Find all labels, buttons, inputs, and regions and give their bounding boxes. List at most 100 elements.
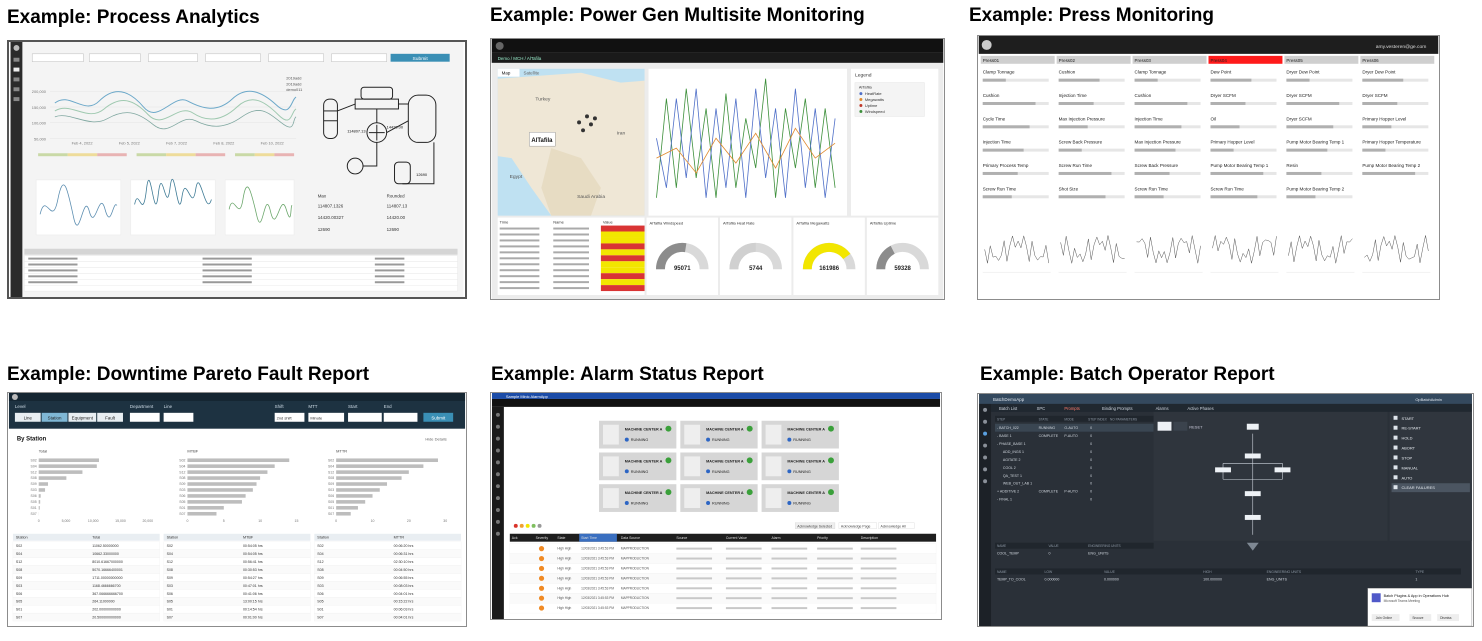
user-name[interactable]: OpBatchAdmin xyxy=(1415,397,1442,402)
legend-title: Legend xyxy=(855,73,872,79)
table-row xyxy=(314,541,462,550)
press-metric-label: Dew Point xyxy=(1210,70,1231,75)
gauge-title: AlTafila Windspeed xyxy=(650,221,684,226)
command-button[interactable]: MANUAL xyxy=(1401,465,1418,470)
status-ok-icon xyxy=(665,425,672,432)
department-select[interactable] xyxy=(129,412,160,422)
param-value[interactable]: 0 xyxy=(1049,552,1051,556)
command-button[interactable]: STOP xyxy=(1401,455,1412,460)
line-select[interactable] xyxy=(163,412,194,422)
command-button[interactable]: ABORT xyxy=(1401,446,1415,451)
end-date-input[interactable] xyxy=(89,53,141,62)
zoom-out-button[interactable] xyxy=(1173,421,1188,431)
command-button[interactable]: CLEAR FAILURES xyxy=(1401,485,1435,490)
breadcrumb[interactable]: Demo / MCH / AlTafila xyxy=(498,56,542,61)
metric-bar-fill xyxy=(1286,78,1310,82)
pareto-value-tick: 15,000 xyxy=(115,519,126,523)
legend-item[interactable]: Uptime xyxy=(865,103,878,108)
metric-bar-fill xyxy=(1058,148,1082,152)
legend-item: 2019add xyxy=(286,75,301,80)
metric-bar-fill xyxy=(1362,171,1416,175)
metric-bar-fill xyxy=(982,78,1006,82)
end-date-input[interactable] xyxy=(383,412,418,422)
metric-bar-fill xyxy=(1362,78,1404,82)
zoom-in-button[interactable] xyxy=(1157,421,1172,431)
ack-all-label: Acknowledge All xyxy=(881,524,906,528)
command-button[interactable]: RE-START xyxy=(1401,426,1421,431)
pareto-station-tick: S12 xyxy=(179,470,185,474)
table-row xyxy=(314,605,462,614)
severity-icon xyxy=(538,595,545,601)
pareto-station-tick: S04 xyxy=(328,464,334,468)
side-nav[interactable] xyxy=(979,403,992,626)
process-analytics-screenshot: Submit 200,000 150,000 100,000 50,000 0 … xyxy=(7,40,467,299)
alarm-cell-text xyxy=(817,557,853,560)
metric-bar-fill xyxy=(1058,125,1088,129)
legend-item[interactable]: Windspeed xyxy=(865,109,885,114)
table-cell: 00:04:01 hrs xyxy=(394,592,414,596)
metric-bar-fill xyxy=(1362,125,1392,129)
batch-tab[interactable]: Alarms xyxy=(1156,406,1169,411)
bottom-cell: 0.000000 xyxy=(1104,577,1119,581)
table-cell: S02 xyxy=(317,544,323,548)
metric-bar-fill xyxy=(982,171,1018,175)
x-tick: Feb 4, 2022 xyxy=(72,140,93,145)
hide-details-link[interactable]: Hide Details xyxy=(425,437,446,442)
reset-button[interactable]: RESET xyxy=(1189,425,1203,430)
start-date-input[interactable] xyxy=(348,412,382,422)
command-button[interactable]: HOLD xyxy=(1401,436,1412,441)
batch-mode: P-AUTO xyxy=(1064,434,1078,438)
batch-tab[interactable]: Prompts xyxy=(1064,406,1079,411)
app-header xyxy=(979,394,1472,404)
metric-bar-fill xyxy=(982,125,1030,129)
alarm-data-source: MAPPRODUCTION xyxy=(621,547,650,551)
table-row xyxy=(314,573,462,582)
alarm-cell-text xyxy=(771,597,808,600)
table-row xyxy=(314,597,462,606)
alarm-start-time: 12/03/2021 3:45:53 PM xyxy=(581,576,614,580)
press-name: Press05 xyxy=(1286,58,1303,63)
x-tick: Feb 5, 2022 xyxy=(119,140,140,145)
legend-item[interactable]: Megawatts xyxy=(865,97,884,102)
machine-image xyxy=(765,488,782,508)
start-date-input[interactable] xyxy=(31,53,84,62)
level-tab-label: Fault xyxy=(105,415,116,420)
alarm-data-source: MAPPRODUCTION xyxy=(621,566,650,570)
batch-tab[interactable]: SPC xyxy=(1037,406,1046,411)
batch-tab[interactable]: Binding Prompts xyxy=(1102,406,1133,411)
pareto-station-tick: S01 xyxy=(31,506,37,510)
alarm-cell-text xyxy=(860,557,897,560)
table-row xyxy=(12,565,160,574)
max-value: 14420.00327 xyxy=(318,215,344,220)
table-cell: S04 xyxy=(317,552,323,556)
command-button[interactable]: START xyxy=(1401,416,1414,421)
interval-input[interactable] xyxy=(148,53,198,62)
batch-tab[interactable]: Batch List xyxy=(999,406,1018,411)
press-metric-label: Primary Hopper Level xyxy=(1210,140,1254,145)
table-row xyxy=(163,565,311,574)
rounded-header: Rounded xyxy=(387,194,405,199)
batch-mode: P-AUTO xyxy=(1064,490,1078,494)
tag-input-1[interactable] xyxy=(205,53,261,62)
tag-input-2[interactable] xyxy=(268,53,324,62)
satellite-tab-label[interactable]: Satellite xyxy=(523,71,539,76)
batch-row[interactable] xyxy=(995,463,1154,471)
press-name: Press03 xyxy=(1135,58,1152,63)
machine-name: MACHINE CENTER A xyxy=(787,428,825,432)
tag-input-3[interactable] xyxy=(331,53,387,62)
user-email[interactable]: amy.vesteren@ge.com xyxy=(1376,44,1427,50)
batch-step-index: 0 xyxy=(1090,474,1092,478)
batch-tab[interactable]: Active Phases xyxy=(1187,406,1213,411)
table-cell: 11062.50000000 xyxy=(92,544,118,548)
command-button[interactable]: AUTO xyxy=(1401,475,1412,480)
alarm-table-header-cell: State xyxy=(557,536,565,540)
batch-state: RUNNING xyxy=(1039,426,1056,430)
press-metric-label: Screw Run Time xyxy=(1135,186,1169,191)
status-ok-icon xyxy=(665,489,672,496)
legend-item[interactable]: HeatRate xyxy=(865,91,883,96)
batch-row[interactable] xyxy=(995,495,1154,503)
table-row xyxy=(163,557,311,566)
alarm-data-source: MAPPRODUCTION xyxy=(621,576,650,580)
press-metric-label: Screw Back Pressure xyxy=(1059,140,1103,145)
press-metric-label: Clamp Tonnage xyxy=(983,70,1015,75)
